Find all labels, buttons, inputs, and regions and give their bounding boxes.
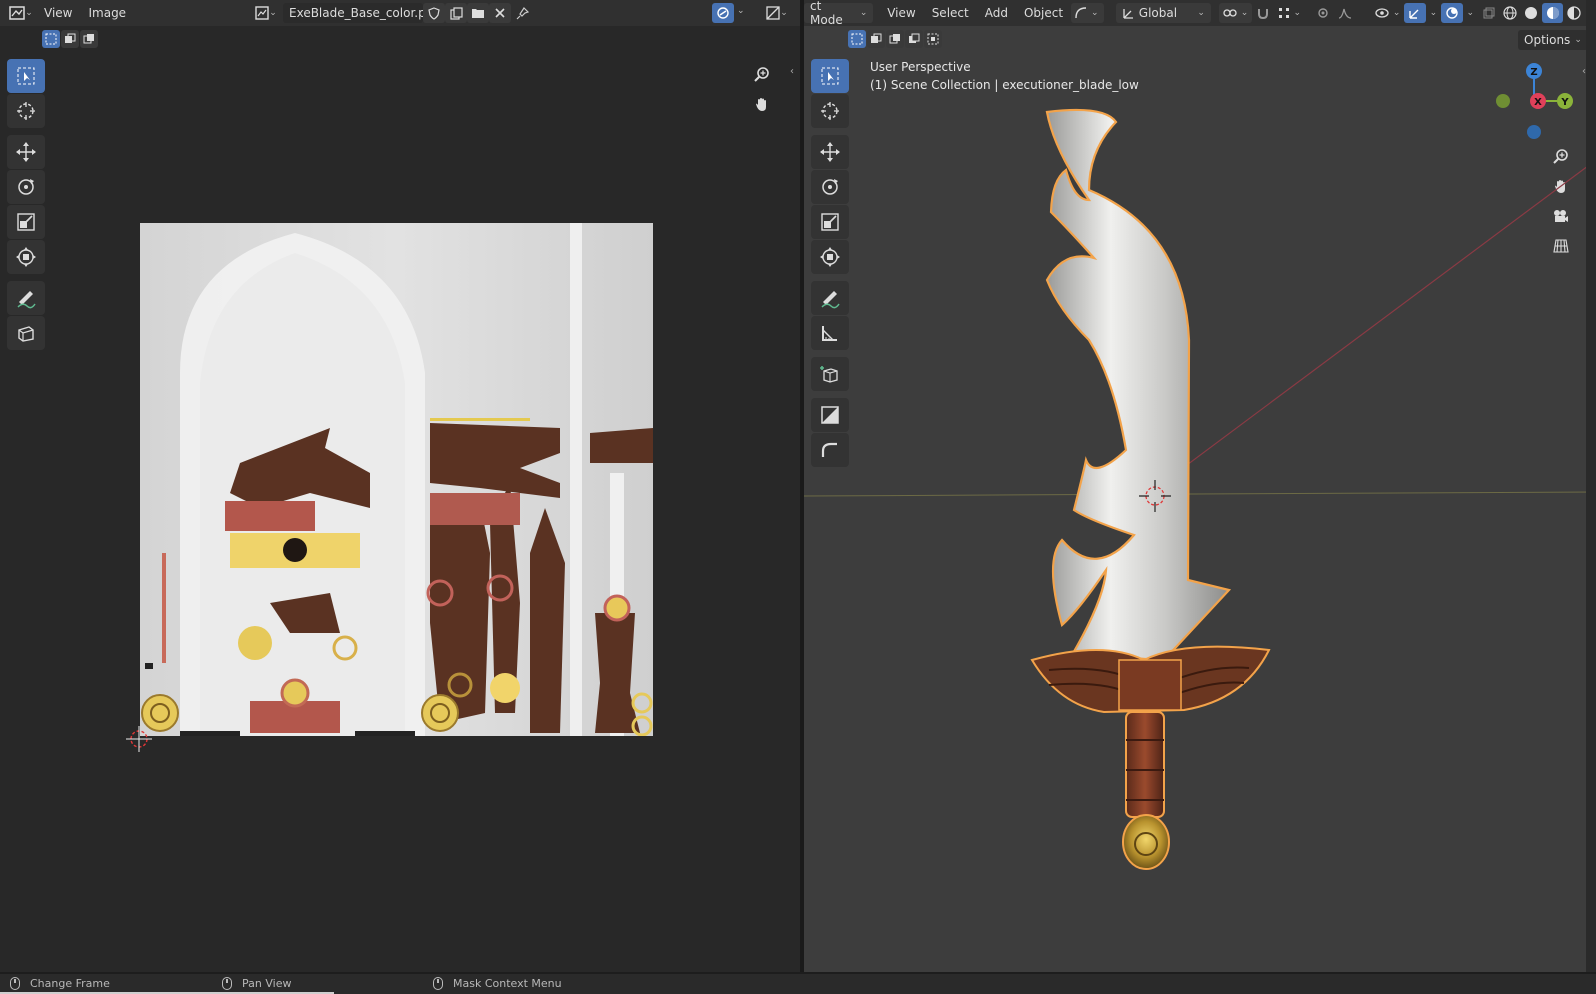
collapse-arrow-icon[interactable]: ‹ — [790, 66, 794, 77]
gizmo-dropdown-icon[interactable]: ⌄ — [737, 6, 745, 16]
status-bar: Change Frame Pan View Mask Context Menu — [0, 974, 1596, 994]
annotate-icon[interactable] — [7, 281, 45, 315]
display-channels-icon[interactable]: ⌄ — [762, 3, 792, 23]
scale-icon[interactable] — [7, 205, 45, 239]
image-browse-icon[interactable]: ⌄ — [252, 3, 280, 23]
select-new-icon[interactable] — [42, 30, 60, 48]
pin-icon[interactable] — [511, 3, 533, 23]
select-box-icon[interactable] — [7, 59, 45, 93]
transform-icon[interactable] — [7, 240, 45, 274]
viewport-area: ct Mode ⌄ View Select Add Object ⌄ Global… — [804, 0, 1596, 972]
status-mask-menu: Mask Context Menu — [433, 977, 562, 990]
texture-image[interactable] — [140, 223, 653, 736]
menu-view[interactable]: View — [36, 6, 80, 20]
2d-cursor-icon — [126, 726, 152, 752]
status-pan-view: Pan View — [222, 977, 291, 990]
image-editor-header: ⌄ View Image ⌄ ExeBlade_Base_color.png ⌄ — [0, 0, 800, 26]
mouse-right-icon — [433, 977, 443, 990]
hand-icon[interactable] — [750, 92, 774, 116]
sidebar-strip[interactable] — [1586, 0, 1596, 972]
duplicate-icon[interactable] — [445, 3, 467, 23]
zoom-icon[interactable] — [750, 62, 774, 86]
blade-mesh[interactable] — [1045, 108, 1232, 662]
mouse-left-icon — [10, 977, 20, 990]
status-change-frame: Change Frame — [10, 977, 110, 990]
image-name-text: ExeBlade_Base_color.png — [289, 6, 441, 20]
status-change-frame-text: Change Frame — [30, 977, 110, 990]
image-editor-area: ⌄ View Image ⌄ ExeBlade_Base_color.png ⌄ — [0, 0, 800, 972]
menu-image[interactable]: Image — [80, 6, 134, 20]
rotate-icon[interactable] — [7, 170, 45, 204]
select-mode-row — [42, 30, 98, 48]
select-subtract-icon[interactable] — [80, 30, 98, 48]
gizmo-toggle-icon[interactable] — [712, 3, 734, 23]
status-pan-view-text: Pan View — [242, 977, 292, 990]
move-icon[interactable] — [7, 135, 45, 169]
status-mask-menu-text: Mask Context Menu — [453, 977, 562, 990]
viewport-scene[interactable] — [804, 0, 1596, 972]
mouse-middle-icon — [222, 977, 232, 990]
cursor-icon[interactable] — [7, 94, 45, 128]
close-icon[interactable] — [489, 3, 511, 23]
select-extend-icon[interactable] — [61, 30, 79, 48]
sample-icon[interactable] — [7, 316, 45, 350]
shield-icon[interactable] — [423, 3, 445, 23]
image-toolbar — [7, 59, 45, 351]
folder-icon[interactable] — [467, 3, 489, 23]
image-name-field[interactable]: ExeBlade_Base_color.png — [283, 3, 441, 23]
editor-type-icon[interactable]: ⌄ — [6, 3, 36, 23]
